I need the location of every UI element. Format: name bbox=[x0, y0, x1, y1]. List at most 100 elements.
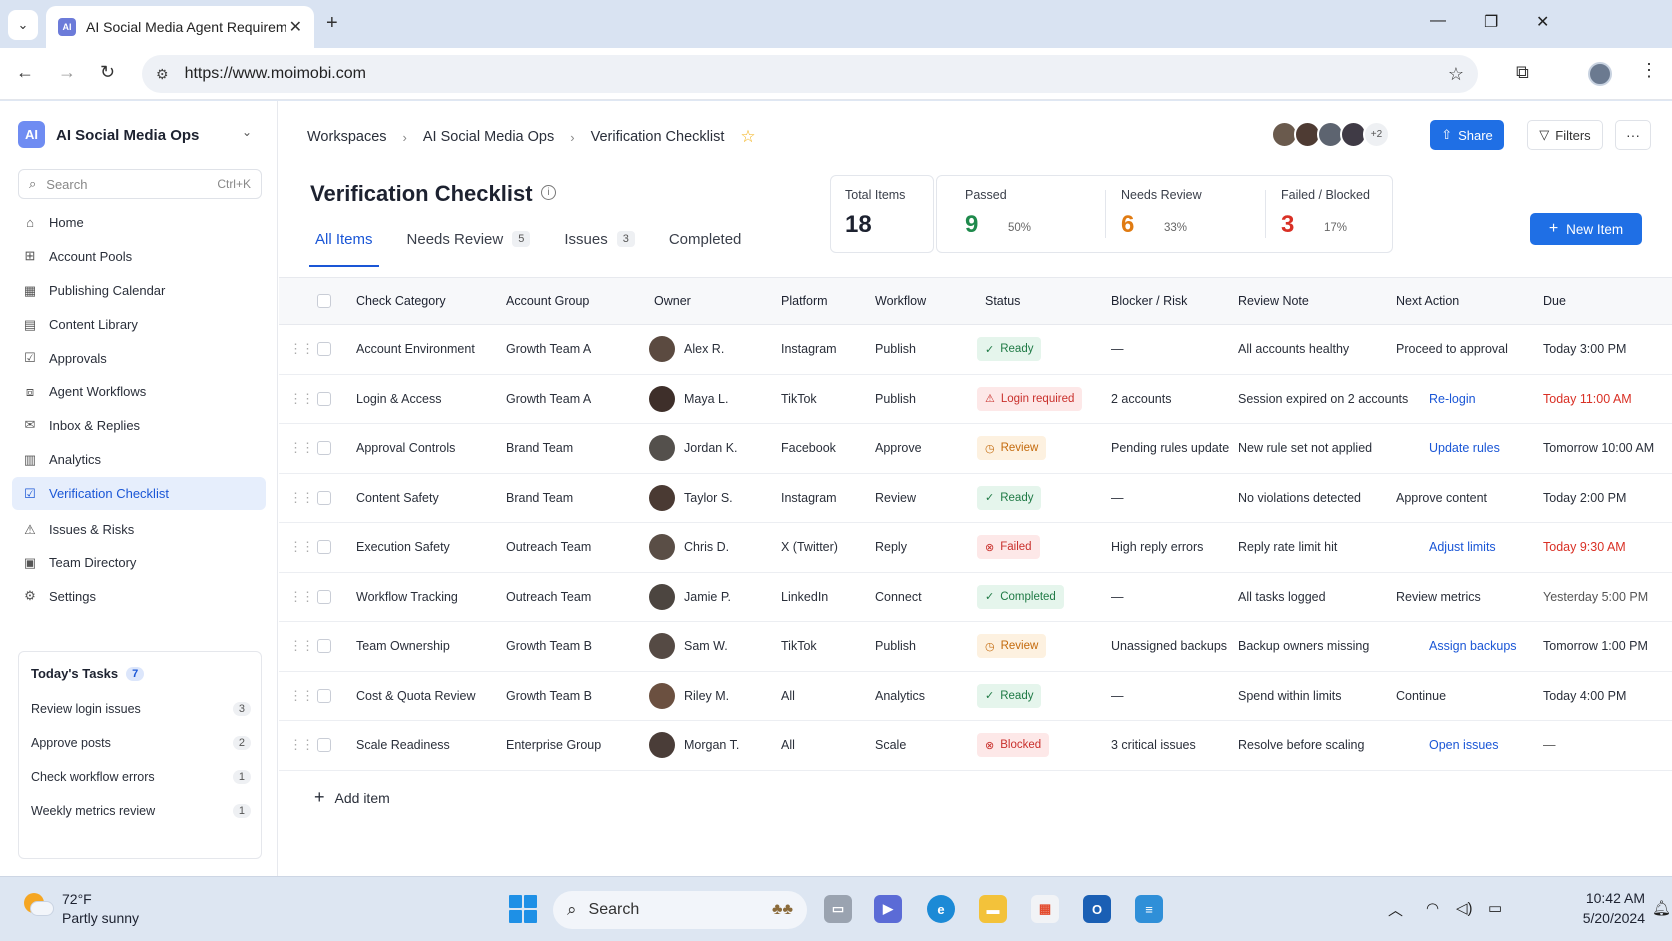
drag-handle-icon[interactable]: ⋮⋮ bbox=[289, 325, 314, 374]
info-icon[interactable]: i bbox=[541, 185, 556, 200]
workspace-name[interactable]: AI Social Media Ops bbox=[56, 127, 199, 144]
column-header-review-note[interactable]: Review Note bbox=[1238, 278, 1309, 324]
windows-start-icon[interactable] bbox=[509, 895, 537, 923]
task-item[interactable]: Review login issues 3 bbox=[31, 702, 251, 716]
breadcrumb-workspaces[interactable]: Workspaces bbox=[307, 129, 387, 145]
weather-description[interactable]: Partly sunny bbox=[62, 910, 139, 926]
table-row[interactable]: ⋮⋮ Team Ownership Growth Team B TikTok Publi… bbox=[279, 622, 1672, 672]
back-arrow-icon[interactable]: ← bbox=[16, 62, 34, 83]
sidebar-item-team-directory[interactable]: ▣ Team Directory bbox=[12, 546, 266, 579]
tray-chevron-up-icon[interactable]: ︿ bbox=[1388, 899, 1403, 920]
cell-next-action[interactable]: Assign backups bbox=[1429, 622, 1517, 671]
drag-handle-icon[interactable]: ⋮⋮ bbox=[289, 573, 314, 622]
weather-temperature[interactable]: 72°F bbox=[62, 891, 92, 907]
cell-next-action[interactable]: Open issues bbox=[1429, 721, 1498, 770]
tab-needs-review[interactable]: Needs Review 5 bbox=[407, 231, 531, 267]
sidebar-item-account-pools[interactable]: ⊞ Account Pools bbox=[12, 239, 266, 273]
outlook-icon[interactable]: O bbox=[1083, 895, 1111, 923]
forward-arrow-icon[interactable]: → bbox=[58, 62, 76, 83]
favorite-star-icon[interactable]: ☆ bbox=[740, 127, 755, 147]
row-checkbox[interactable] bbox=[317, 523, 331, 572]
notepad-icon[interactable]: ≡ bbox=[1135, 895, 1163, 923]
row-checkbox[interactable] bbox=[317, 721, 331, 770]
meet-app-icon[interactable]: ▶ bbox=[874, 895, 902, 923]
file-explorer-icon[interactable]: ▬ bbox=[979, 895, 1007, 923]
cell-next-action[interactable]: Update rules bbox=[1429, 424, 1500, 473]
column-header-check-category[interactable]: Check Category bbox=[356, 278, 446, 324]
column-header-platform[interactable]: Platform bbox=[781, 278, 828, 324]
column-header-next-action[interactable]: Next Action bbox=[1396, 278, 1459, 324]
sidebar-search-input[interactable]: ⌕ Search Ctrl+K bbox=[18, 169, 262, 199]
drag-handle-icon[interactable]: ⋮⋮ bbox=[289, 672, 314, 721]
collaborator-avatars[interactable]: +2 bbox=[1271, 121, 1390, 148]
tab-completed[interactable]: Completed bbox=[669, 231, 742, 267]
table-row[interactable]: ⋮⋮ Cost & Quota Review Growth Team B All Ana… bbox=[279, 672, 1672, 721]
workspace-chevron-down-icon[interactable]: ⌄ bbox=[242, 125, 252, 139]
add-item-button[interactable]: + Add item bbox=[314, 787, 390, 808]
task-item[interactable]: Approve posts 2 bbox=[31, 736, 251, 750]
minimize-icon[interactable]: — bbox=[1430, 12, 1446, 30]
column-header-due[interactable]: Due bbox=[1543, 278, 1566, 324]
breadcrumb-workspace[interactable]: AI Social Media Ops bbox=[423, 129, 554, 145]
tab-close-icon[interactable]: ✕ bbox=[289, 17, 302, 37]
column-header-workflow[interactable]: Workflow bbox=[875, 278, 926, 324]
tab-all-items[interactable]: All Items bbox=[309, 231, 378, 267]
sidebar-item-home[interactable]: ⌂ Home bbox=[12, 205, 266, 239]
table-row[interactable]: ⋮⋮ Content Safety Brand Team Instagram Revie… bbox=[279, 474, 1672, 523]
taskbar-search[interactable]: ⌕ Search ♣♣ bbox=[553, 891, 807, 929]
partly-sunny-icon[interactable] bbox=[24, 893, 54, 919]
task-item[interactable]: Weekly metrics review 1 bbox=[31, 804, 251, 818]
row-checkbox[interactable] bbox=[317, 573, 331, 622]
table-row[interactable]: ⋮⋮ Scale Readiness Enterprise Group All Scal… bbox=[279, 721, 1672, 771]
restore-icon[interactable]: ❐ bbox=[1484, 12, 1498, 32]
sidebar-item-settings[interactable]: ⚙ Settings bbox=[12, 579, 266, 613]
sidebar-item-content-library[interactable]: ▤ Content Library bbox=[12, 308, 266, 341]
browser-profile-avatar[interactable] bbox=[1588, 62, 1612, 86]
more-options-button[interactable]: ··· bbox=[1615, 120, 1651, 150]
sidebar-item-approvals[interactable]: ☑ Approvals bbox=[12, 341, 266, 375]
cell-next-action[interactable]: Re-login bbox=[1429, 375, 1476, 424]
row-checkbox[interactable] bbox=[317, 375, 331, 424]
row-checkbox[interactable] bbox=[317, 424, 331, 473]
sidebar-item-verification-checklist[interactable]: ☑ Verification Checklist bbox=[12, 477, 266, 510]
task-item[interactable]: Check workflow errors 1 bbox=[31, 770, 251, 784]
table-row[interactable]: ⋮⋮ Workflow Tracking Outreach Team LinkedIn… bbox=[279, 573, 1672, 622]
close-window-icon[interactable]: ✕ bbox=[1536, 12, 1549, 32]
new-tab-plus-icon[interactable]: + bbox=[326, 12, 338, 35]
edge-browser-icon[interactable]: e bbox=[927, 895, 955, 923]
column-header-account-group[interactable]: Account Group bbox=[506, 278, 589, 324]
extensions-icon[interactable]: ⧉ bbox=[1516, 62, 1529, 83]
sidebar-item-issues-risks[interactable]: ⚠ Issues & Risks bbox=[12, 513, 266, 546]
table-row[interactable]: ⋮⋮ Approval Controls Brand Team Facebook App… bbox=[279, 424, 1672, 474]
reload-icon[interactable]: ↻ bbox=[100, 62, 115, 83]
drag-handle-icon[interactable]: ⋮⋮ bbox=[289, 375, 314, 424]
sidebar-item-analytics[interactable]: ▥ Analytics bbox=[12, 442, 266, 477]
row-checkbox[interactable] bbox=[317, 672, 331, 721]
sidebar-item-agent-workflows[interactable]: ⧈ Agent Workflows bbox=[12, 375, 266, 408]
column-header-owner[interactable]: Owner bbox=[654, 278, 691, 324]
battery-icon[interactable]: ▭ bbox=[1488, 899, 1502, 917]
site-settings-icon[interactable]: ⚙ bbox=[156, 66, 169, 83]
clock-date[interactable]: 5/20/2024 bbox=[1545, 910, 1645, 926]
task-view-icon[interactable]: ▭ bbox=[824, 895, 852, 923]
sidebar-item-inbox[interactable]: ✉ Inbox & Replies bbox=[12, 408, 266, 442]
drag-handle-icon[interactable]: ⋮⋮ bbox=[289, 424, 314, 473]
new-item-button[interactable]: + New Item bbox=[1530, 213, 1642, 245]
volume-icon[interactable]: ◁) bbox=[1456, 899, 1473, 917]
row-checkbox[interactable] bbox=[317, 622, 331, 671]
row-checkbox[interactable] bbox=[317, 325, 331, 374]
table-row[interactable]: ⋮⋮ Execution Safety Outreach Team X (Twitte… bbox=[279, 523, 1672, 573]
tab-issues[interactable]: Issues 3 bbox=[564, 231, 635, 267]
store-icon[interactable]: ▦ bbox=[1031, 895, 1059, 923]
drag-handle-icon[interactable]: ⋮⋮ bbox=[289, 622, 314, 671]
sidebar-item-publishing-calendar[interactable]: ▦ Publishing Calendar bbox=[12, 273, 266, 308]
wifi-icon[interactable]: ◠ bbox=[1426, 899, 1439, 917]
table-row[interactable]: ⋮⋮ Login & Access Growth Team A TikTok Publi… bbox=[279, 375, 1672, 424]
table-row[interactable]: ⋮⋮ Account Environment Growth Team A Instag… bbox=[279, 325, 1672, 375]
drag-handle-icon[interactable]: ⋮⋮ bbox=[289, 721, 314, 770]
filters-button[interactable]: ▽ Filters bbox=[1527, 120, 1603, 150]
tab-list-chevron-icon[interactable]: ⌄ bbox=[8, 10, 38, 40]
browser-tab[interactable]: AI AI Social Media Agent Requirem ✕ bbox=[46, 6, 314, 48]
cell-next-action[interactable]: Adjust limits bbox=[1429, 523, 1496, 572]
select-all-checkbox[interactable] bbox=[317, 278, 331, 324]
